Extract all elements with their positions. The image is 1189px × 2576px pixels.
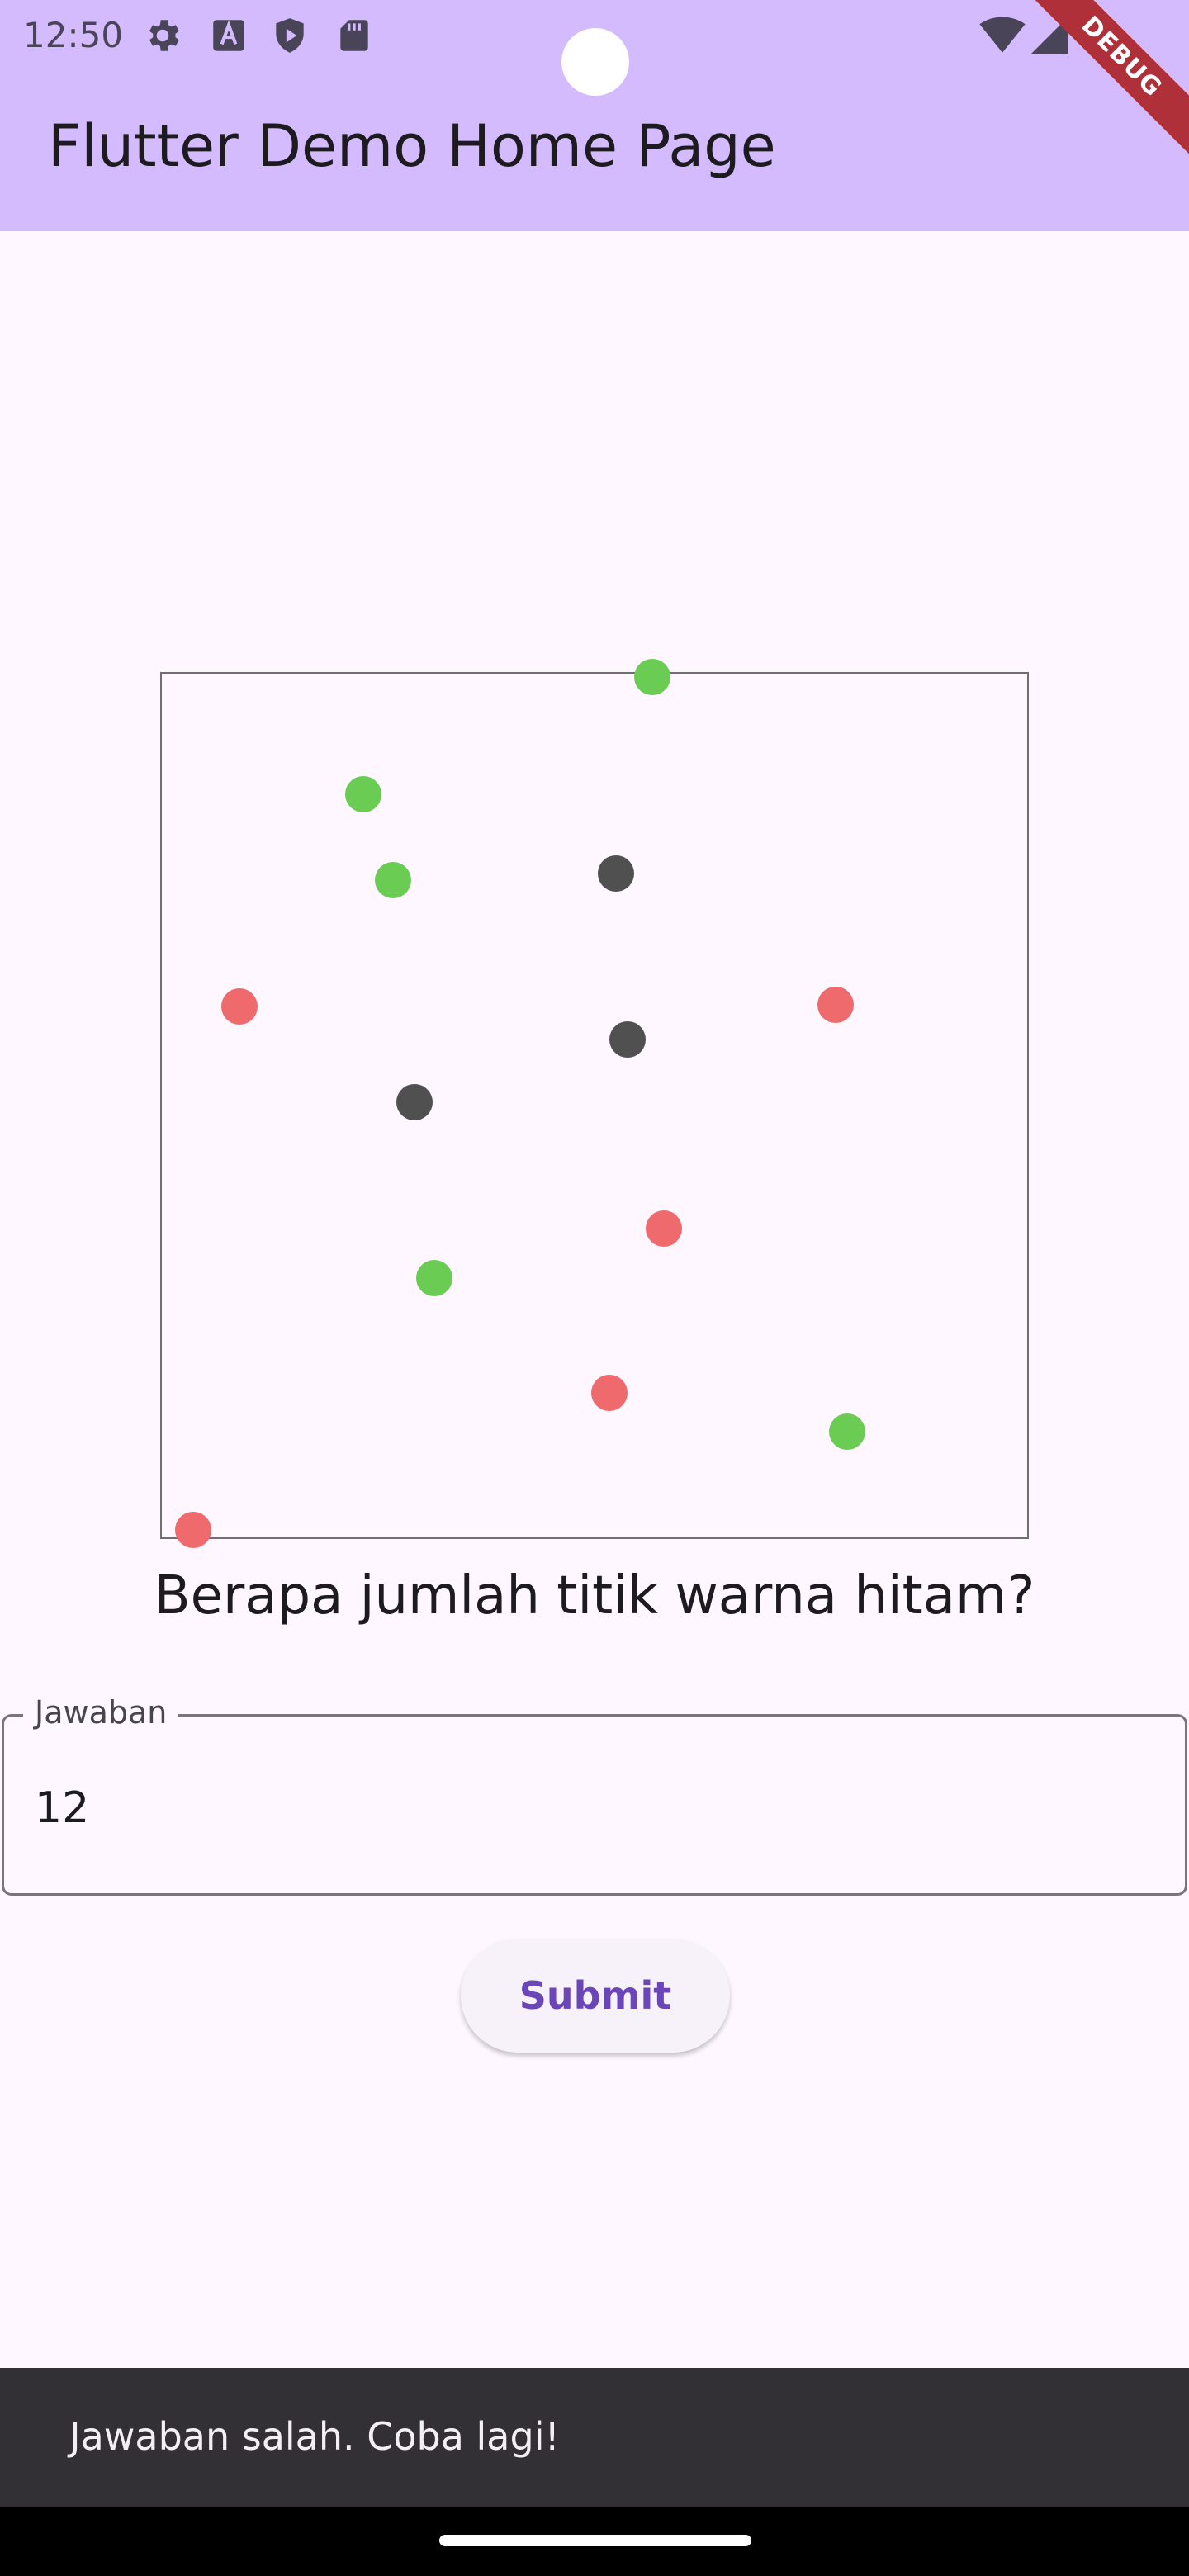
debug-banner-label: DEBUG bbox=[1019, 0, 1189, 159]
question-text: Berapa jumlah titik warna hitam? bbox=[154, 1565, 1035, 1627]
page-title: Flutter Demo Home Page bbox=[48, 112, 776, 180]
submit-button[interactable]: Submit bbox=[461, 1939, 730, 2053]
font-a-icon bbox=[213, 20, 244, 51]
status-time: 12:50 bbox=[23, 15, 124, 55]
gear-icon bbox=[149, 20, 179, 51]
dot-board bbox=[160, 672, 1029, 1539]
debug-banner: DEBUG bbox=[1007, 0, 1189, 182]
answer-input[interactable] bbox=[35, 1775, 1108, 1841]
home-gesture-handle[interactable] bbox=[439, 2535, 751, 2546]
answer-field-label: Jawaban bbox=[23, 1694, 179, 1731]
play-protect-icon bbox=[276, 18, 304, 53]
camera-cutout bbox=[561, 28, 629, 96]
sd-card-icon bbox=[340, 20, 368, 51]
snackbar-message: Jawaban salah. Coba lagi! bbox=[69, 2414, 560, 2459]
